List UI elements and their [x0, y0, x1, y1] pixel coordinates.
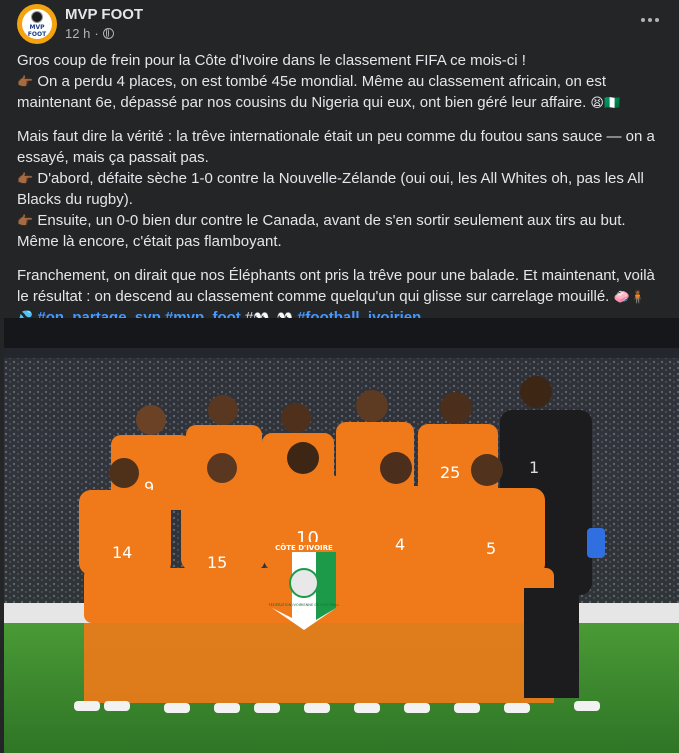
- paragraph-2-intro: Mais faut dire la vérité : la trêve inte…: [17, 128, 655, 166]
- svg-text:5: 5: [486, 539, 496, 558]
- svg-text:4: 4: [395, 535, 405, 554]
- paragraph-3-body: Franchement, on dirait que nos Éléphants…: [17, 267, 655, 305]
- team-photo-image: 9 13 25 1: [4, 318, 679, 753]
- facebook-post: MVP FOOT MVP FOOT 12 h · Gros coup de fr…: [0, 0, 679, 753]
- paragraph-2: Mais faut dire la vérité : la trêve inte…: [17, 126, 667, 252]
- dot-icon: [648, 18, 652, 22]
- svg-text:1: 1: [529, 458, 539, 477]
- dot-icon: [655, 18, 659, 22]
- paragraph-3-emoji: 🧼🧍🏾: [613, 289, 646, 304]
- post-text: Gros coup de frein pour la Côte d'Ivoire…: [17, 50, 667, 341]
- post-header: MVP FOOT MVP FOOT 12 h ·: [17, 4, 665, 48]
- meta-dot: ·: [94, 26, 99, 41]
- avatar-text-bottom: FOOT: [27, 30, 47, 38]
- point-emoji: 👉🏾: [17, 213, 34, 228]
- avatar-logo: MVP FOOT: [22, 9, 52, 39]
- more-options-button[interactable]: [639, 10, 661, 30]
- globe-icon[interactable]: [102, 28, 114, 39]
- svg-text:15: 15: [207, 553, 227, 572]
- pennant-title: CÔTE D'IVOIRE: [275, 543, 333, 552]
- page-avatar[interactable]: MVP FOOT: [17, 4, 57, 44]
- point-emoji: 👉🏾: [17, 74, 34, 89]
- point-emoji: 👉🏾: [17, 171, 34, 186]
- stadium-roof: [4, 318, 679, 348]
- paragraph-2-point-1: D'abord, défaite sèche 1-0 contre la Nou…: [17, 170, 644, 208]
- page-name[interactable]: MVP FOOT: [65, 6, 143, 23]
- avatar-text-top: MVP: [29, 23, 45, 31]
- paragraph-2-point-2: Ensuite, un 0-0 bien dur contre le Canad…: [17, 212, 626, 250]
- paragraph-1-end-emoji: 😫🇳🇬: [590, 95, 621, 110]
- svg-text:14: 14: [112, 543, 132, 562]
- football-icon: [31, 10, 43, 23]
- players-legs: [74, 568, 600, 713]
- svg-text:25: 25: [440, 463, 460, 482]
- post-meta: 12 h ·: [65, 26, 114, 41]
- paragraph-1: Gros coup de frein pour la Côte d'Ivoire…: [17, 50, 667, 113]
- pennant-subtitle: FÉDÉRATION IVOIRIENNE DE FOOTBALL: [269, 602, 340, 607]
- paragraph-1-headline: Gros coup de frein pour la Côte d'Ivoire…: [17, 52, 526, 69]
- team-photo[interactable]: 9 13 25 1: [4, 318, 679, 753]
- paragraph-1-body: On a perdu 4 places, on est tombé 45e mo…: [17, 73, 606, 111]
- dot-icon: [641, 18, 645, 22]
- post-time[interactable]: 12 h: [65, 26, 90, 41]
